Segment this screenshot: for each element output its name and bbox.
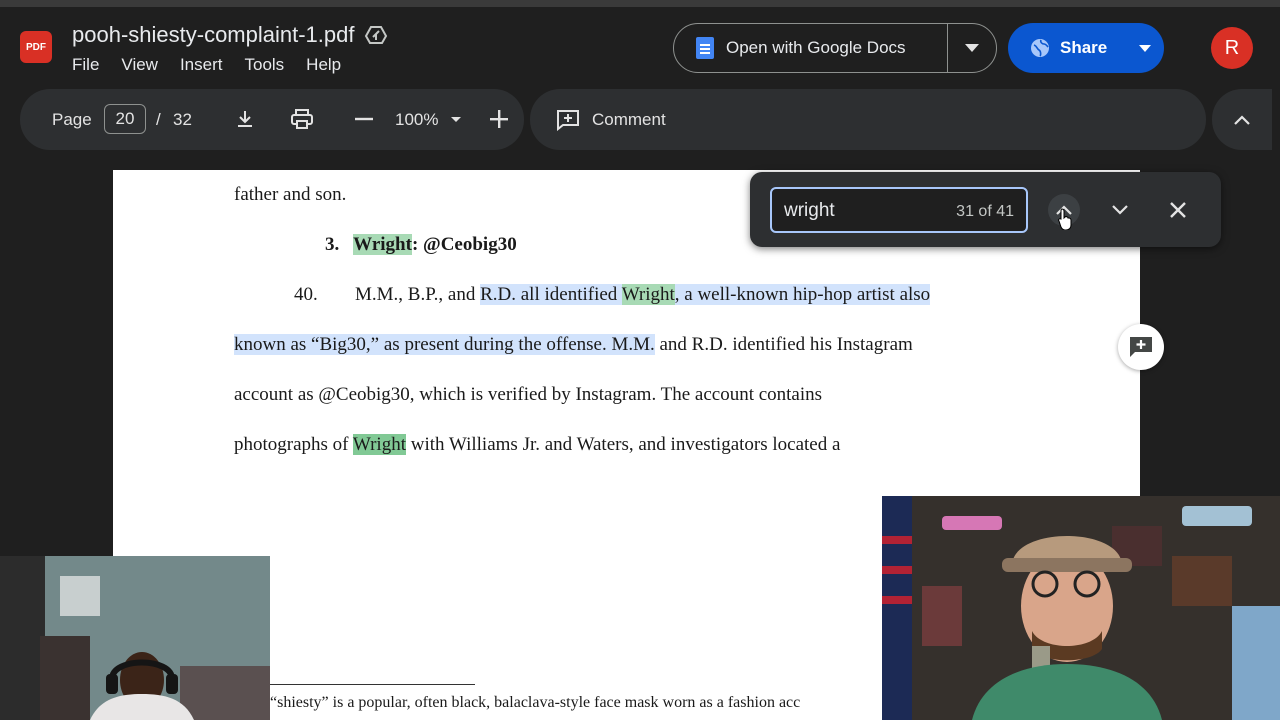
menu-view[interactable]: View bbox=[121, 55, 158, 75]
doc-line-4: known as “Big30,” as present during the … bbox=[234, 334, 913, 356]
selected-text: R.D. all identified Wright, a well-known… bbox=[480, 284, 931, 305]
comment-icon bbox=[557, 109, 579, 131]
chevron-up-icon bbox=[1234, 114, 1250, 125]
add-comment-icon bbox=[1130, 337, 1152, 357]
heading-rest: : @Ceobig30 bbox=[411, 234, 517, 255]
file-name: pooh-shiesty-complaint-1.pdf bbox=[72, 22, 355, 47]
pdf-logo-text: PDF bbox=[26, 41, 46, 53]
text-run: with Williams Jr. and Waters, and invest… bbox=[405, 434, 841, 455]
chevron-down-icon bbox=[1112, 205, 1128, 215]
search-match: Wright bbox=[621, 284, 675, 305]
find-bar: wright 31 of 41 bbox=[750, 172, 1221, 247]
menu-tools[interactable]: Tools bbox=[244, 55, 284, 75]
selected-text: known as “Big30,” as present during the … bbox=[234, 334, 655, 355]
section-heading: 3. Wright: @Ceobig30 bbox=[325, 234, 517, 256]
find-query: wright bbox=[784, 200, 835, 221]
pdf-toolbar: Page 20 / 32 100% bbox=[20, 89, 524, 150]
comment-button[interactable]: Comment bbox=[530, 89, 1206, 150]
open-with-label: Open with Google Docs bbox=[726, 38, 906, 57]
menu-bar: File View Insert Tools Help bbox=[72, 55, 341, 75]
menu-file[interactable]: File bbox=[72, 55, 99, 75]
text-run: M.M., B.P., and bbox=[355, 284, 481, 305]
menu-insert[interactable]: Insert bbox=[180, 55, 223, 75]
drive-icon[interactable] bbox=[364, 23, 388, 47]
doc-line-6: photographs of Wright with Williams Jr. … bbox=[234, 434, 840, 456]
browser-top-strip bbox=[0, 0, 1280, 7]
pdf-logo: PDF bbox=[20, 31, 52, 63]
doc-line-1: father and son. bbox=[234, 184, 347, 205]
print-icon[interactable] bbox=[290, 107, 314, 131]
selected-text-run: R.D. all identified bbox=[480, 284, 622, 305]
plus-icon[interactable] bbox=[487, 107, 511, 131]
open-with-google-docs: Open with Google Docs bbox=[673, 23, 997, 73]
close-icon bbox=[1170, 202, 1186, 218]
current-search-match: Wright bbox=[352, 434, 406, 455]
footnote: “shiesty” is a popular, often black, bal… bbox=[270, 694, 801, 711]
collapse-toolbar-button[interactable] bbox=[1212, 89, 1272, 150]
text-run: photographs of bbox=[234, 434, 353, 455]
share-label: Share bbox=[1060, 38, 1108, 57]
text-run: and R.D. identified his Instagram bbox=[654, 334, 913, 355]
para-number: 40. bbox=[294, 284, 318, 305]
globe-icon bbox=[1031, 39, 1049, 57]
page-label: Page bbox=[52, 109, 92, 129]
download-icon[interactable] bbox=[233, 107, 257, 131]
page-number-input[interactable]: 20 bbox=[104, 104, 146, 134]
footnote-divider bbox=[270, 684, 475, 685]
share-button[interactable]: Share bbox=[1008, 38, 1126, 58]
menu-help[interactable]: Help bbox=[306, 55, 341, 75]
comment-label: Comment bbox=[592, 109, 666, 129]
open-with-google-docs-button[interactable]: Open with Google Docs bbox=[674, 24, 948, 72]
add-comment-button[interactable] bbox=[1118, 324, 1164, 370]
minus-icon[interactable] bbox=[352, 107, 376, 131]
share-group: Share bbox=[1008, 23, 1164, 73]
cursor-icon bbox=[1058, 208, 1072, 230]
avatar[interactable]: R bbox=[1211, 27, 1253, 69]
open-with-dropdown[interactable] bbox=[948, 44, 996, 52]
webcam-left bbox=[0, 556, 270, 720]
zoom-level[interactable]: 100% bbox=[395, 110, 438, 130]
page-separator: / bbox=[156, 109, 161, 129]
close-find-button[interactable] bbox=[1162, 194, 1194, 226]
find-input[interactable]: wright 31 of 41 bbox=[770, 187, 1028, 233]
page-total: 32 bbox=[173, 109, 192, 129]
share-dropdown[interactable] bbox=[1126, 44, 1164, 52]
search-match: Wright bbox=[353, 234, 412, 255]
docs-icon bbox=[696, 37, 714, 59]
chevron-down-icon bbox=[965, 44, 979, 52]
webcam-right bbox=[882, 496, 1280, 720]
find-match-count: 31 of 41 bbox=[956, 203, 1014, 220]
doc-line-5: account as @Ceobig30, which is verified … bbox=[234, 384, 823, 405]
doc-line-3: M.M., B.P., and R.D. all identified Wrig… bbox=[355, 284, 931, 306]
next-match-button[interactable] bbox=[1104, 194, 1136, 226]
chevron-down-icon bbox=[1139, 44, 1151, 52]
file-title[interactable]: pooh-shiesty-complaint-1.pdf bbox=[72, 22, 388, 48]
heading-number: 3. bbox=[325, 234, 340, 255]
selected-text-run: , a well-known hip-hop artist also bbox=[674, 284, 931, 305]
chevron-down-icon[interactable] bbox=[450, 107, 462, 136]
